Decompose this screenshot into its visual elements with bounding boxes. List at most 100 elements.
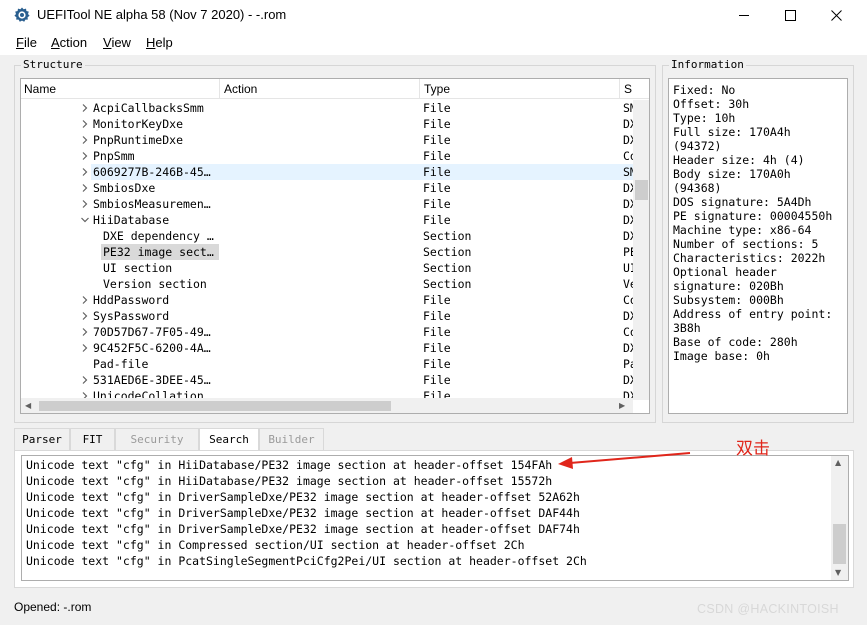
tree-vertical-scrollbar[interactable]	[633, 100, 649, 400]
tree-cell-subtype: Co	[623, 293, 633, 307]
column-header-type[interactable]: Type	[424, 82, 450, 96]
info-line: Full size: 170A4h	[673, 125, 791, 139]
minimize-button[interactable]	[721, 0, 767, 31]
info-line: (94372)	[673, 139, 722, 153]
tree-cell-name: HddPassword	[93, 293, 170, 307]
search-result-item[interactable]: Unicode text "cfg" in DriverSampleDxe/PE…	[26, 522, 580, 536]
tree-row[interactable]: Version section Section Ve	[21, 276, 633, 292]
scroll-up-icon[interactable]: ▲	[835, 458, 841, 467]
tree-horizontal-scrollbar[interactable]: ◀ ▶	[21, 398, 633, 413]
column-header-name[interactable]: Name	[24, 82, 56, 96]
chevron-right-icon[interactable]	[80, 295, 90, 305]
structure-tree[interactable]: Name Action Type S AcpiCallbacksSmm File S…	[20, 78, 650, 414]
tree-row[interactable]: Pad-file File Pa	[21, 356, 633, 372]
tree-cell-subtype: DX	[623, 117, 633, 131]
chevron-down-icon[interactable]	[80, 215, 90, 225]
close-button[interactable]	[813, 0, 859, 31]
chevron-right-icon[interactable]	[80, 135, 90, 145]
info-line: Image base: 0h	[673, 349, 770, 363]
search-result-item[interactable]: Unicode text "cfg" in HiiDatabase/PE32 i…	[26, 474, 552, 488]
search-result-item[interactable]: Unicode text "cfg" in DriverSampleDxe/PE…	[26, 490, 580, 504]
tree-row[interactable]: 70D57D67-7F05-49… File Co	[21, 324, 633, 340]
tree-cell-type: File	[423, 293, 451, 307]
tree-header: Name Action Type S	[21, 79, 649, 99]
column-divider[interactable]	[619, 79, 620, 99]
chevron-right-icon[interactable]	[80, 343, 90, 353]
chevron-right-icon[interactable]	[80, 119, 90, 129]
tree-row[interactable]: SmbiosDxe File DX	[21, 180, 633, 196]
tab-search[interactable]: Search	[199, 428, 259, 451]
tree-cell-type: File	[423, 357, 451, 371]
search-panel: Unicode text "cfg" in PcatSingleSegmentP…	[14, 450, 854, 588]
menu-view[interactable]: View	[103, 35, 131, 50]
window-title: UEFITool NE alpha 58 (Nov 7 2020) - -.ro…	[37, 7, 287, 22]
column-header-subtype[interactable]: S	[624, 82, 632, 96]
tree-row[interactable]: 6069277B-246B-45… File SM	[21, 164, 633, 180]
tree-row[interactable]: PnpRuntimeDxe File DX	[21, 132, 633, 148]
minimize-icon	[738, 15, 749, 16]
tree-row[interactable]: DXE dependency … Section DX	[21, 228, 633, 244]
chevron-right-icon[interactable]	[80, 199, 90, 209]
tree-cell-subtype: DX	[623, 197, 633, 211]
tree-row[interactable]: SysPassword File DX	[21, 308, 633, 324]
menu-file[interactable]: File	[16, 35, 37, 50]
tree-cell-subtype: DX	[623, 229, 633, 243]
maximize-button[interactable]	[767, 0, 813, 31]
tree-row[interactable]: MonitorKeyDxe File DX	[21, 116, 633, 132]
info-line: signature: 020Bh	[673, 279, 784, 293]
tree-cell-type: Section	[423, 245, 472, 259]
tree-horizontal-scroll-thumb[interactable]	[39, 401, 391, 411]
info-line: Address of entry point:	[673, 307, 833, 321]
search-result-item[interactable]: Unicode text "cfg" in PcatSingleSegmentP…	[26, 554, 587, 568]
tree-cell-name: Pad-file	[93, 357, 149, 371]
close-icon	[830, 10, 842, 21]
title-bar: UEFITool NE alpha 58 (Nov 7 2020) - -.ro…	[0, 0, 867, 31]
search-result-item[interactable]: Unicode text "cfg" in DriverSampleDxe/PE…	[26, 506, 580, 520]
search-results-list[interactable]: Unicode text "cfg" in PcatSingleSegmentP…	[21, 455, 849, 581]
column-divider[interactable]	[419, 79, 420, 99]
search-result-item[interactable]: Unicode text "cfg" in HiiDatabase/PE32 i…	[26, 458, 552, 472]
tree-row[interactable]: SmbiosMeasuremen… File DX	[21, 196, 633, 212]
search-vertical-scroll-thumb[interactable]	[833, 524, 846, 564]
tree-row[interactable]: 9C452F5C-6200-4A… File DX	[21, 340, 633, 356]
tab-fit[interactable]: FIT	[70, 428, 115, 450]
info-line: Fixed: No	[673, 83, 736, 97]
chevron-right-icon[interactable]	[80, 151, 90, 161]
tree-row[interactable]: AcpiCallbacksSmm File SM	[21, 100, 633, 116]
tree-row[interactable]: PnpSmm File Co	[21, 148, 633, 164]
scroll-right-icon[interactable]: ▶	[619, 401, 625, 410]
scroll-left-icon[interactable]: ◀	[25, 401, 31, 410]
chevron-right-icon[interactable]	[80, 167, 90, 177]
tree-vertical-scroll-thumb[interactable]	[635, 180, 648, 200]
tree-cell-type: File	[423, 373, 451, 387]
menu-help[interactable]: Help	[146, 35, 173, 50]
information-panel[interactable]: Fixed: No Offset: 30h Type: 10h Full size: …	[668, 78, 848, 414]
tree-row[interactable]: 531AED6E-3DEE-45… File DX	[21, 372, 633, 388]
chevron-right-icon[interactable]	[80, 375, 90, 385]
scroll-down-icon[interactable]: ▼	[835, 568, 841, 577]
menu-action[interactable]: Action	[51, 35, 87, 50]
tree-row[interactable]: HiiDatabase File DX	[21, 212, 633, 228]
status-text: Opened: -.rom	[14, 600, 92, 614]
chevron-right-icon[interactable]	[80, 103, 90, 113]
tree-row[interactable]: PE32 image sect… Section PE	[21, 244, 633, 260]
column-divider[interactable]	[219, 79, 220, 99]
chevron-right-icon[interactable]	[80, 327, 90, 337]
chevron-right-icon[interactable]	[80, 183, 90, 193]
tab-parser[interactable]: Parser	[14, 428, 70, 450]
tree-cell-name: SysPassword	[93, 309, 170, 323]
column-header-action[interactable]: Action	[224, 82, 257, 96]
tab-security[interactable]: Security	[115, 428, 199, 450]
chevron-right-icon[interactable]	[80, 311, 90, 321]
tree-cell-subtype: PE	[623, 245, 633, 259]
tree-row[interactable]: HddPassword File Co	[21, 292, 633, 308]
tree-cell-name: PnpSmm	[93, 149, 135, 163]
tree-cell-type: File	[423, 133, 451, 147]
tree-cell-type: File	[423, 197, 451, 211]
tree-row[interactable]: UI section Section UI	[21, 260, 633, 276]
tree-cell-type: File	[423, 341, 451, 355]
search-result-item[interactable]: Unicode text "cfg" in Compressed section…	[26, 538, 525, 552]
search-vertical-scrollbar[interactable]: ▲ ▼	[831, 456, 848, 580]
tree-cell-name: 9C452F5C-6200-4A…	[93, 341, 211, 355]
tab-builder[interactable]: Builder	[259, 428, 324, 450]
